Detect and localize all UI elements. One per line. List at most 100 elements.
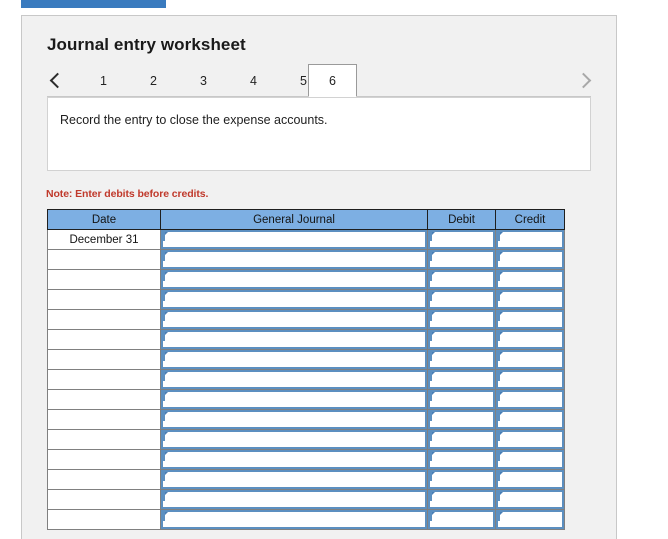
general-journal-cell[interactable] — [160, 269, 428, 290]
debit-cell[interactable] — [427, 289, 496, 310]
general-journal-input[interactable] — [161, 310, 427, 329]
credit-cell[interactable] — [495, 289, 565, 310]
credit-cell[interactable] — [495, 469, 565, 490]
credit-input[interactable] — [496, 310, 564, 329]
credit-input[interactable] — [496, 250, 564, 269]
debit-cell[interactable] — [427, 389, 496, 410]
debit-cell[interactable] — [427, 249, 496, 270]
credit-input[interactable] — [496, 370, 564, 389]
general-journal-input[interactable] — [161, 370, 427, 389]
credit-cell[interactable] — [495, 249, 565, 270]
date-cell[interactable] — [47, 469, 161, 490]
date-cell[interactable] — [47, 429, 161, 450]
debit-cell[interactable] — [427, 329, 496, 350]
debit-input[interactable] — [428, 310, 495, 329]
general-journal-cell[interactable] — [160, 389, 428, 410]
general-journal-input[interactable] — [161, 330, 427, 349]
debit-cell[interactable] — [427, 409, 496, 430]
debit-cell[interactable] — [427, 449, 496, 470]
debit-cell[interactable] — [427, 509, 496, 530]
credit-input[interactable] — [496, 390, 564, 409]
debit-input[interactable] — [428, 450, 495, 469]
general-journal-input[interactable] — [161, 490, 427, 509]
credit-input[interactable] — [496, 510, 564, 529]
debit-cell[interactable] — [427, 349, 496, 370]
general-journal-cell[interactable] — [160, 489, 428, 510]
debit-input[interactable] — [428, 270, 495, 289]
date-cell[interactable] — [47, 449, 161, 470]
general-journal-input[interactable] — [161, 510, 427, 529]
credit-cell[interactable] — [495, 409, 565, 430]
debit-cell[interactable] — [427, 469, 496, 490]
general-journal-cell[interactable] — [160, 409, 428, 430]
tab-3[interactable]: 3 — [179, 64, 228, 97]
general-journal-cell[interactable] — [160, 429, 428, 450]
credit-cell[interactable] — [495, 269, 565, 290]
date-cell[interactable] — [47, 369, 161, 390]
debit-input[interactable] — [428, 350, 495, 369]
general-journal-input[interactable] — [161, 450, 427, 469]
date-cell[interactable] — [47, 249, 161, 270]
date-cell[interactable] — [47, 409, 161, 430]
credit-cell[interactable] — [495, 309, 565, 330]
debit-cell[interactable] — [427, 369, 496, 390]
date-cell[interactable] — [47, 389, 161, 410]
credit-input[interactable] — [496, 450, 564, 469]
debit-input[interactable] — [428, 250, 495, 269]
debit-input[interactable] — [428, 410, 495, 429]
general-journal-input[interactable] — [161, 290, 427, 309]
credit-cell[interactable] — [495, 429, 565, 450]
debit-cell[interactable] — [427, 229, 496, 250]
date-cell[interactable] — [47, 489, 161, 510]
credit-cell[interactable] — [495, 329, 565, 350]
debit-cell[interactable] — [427, 269, 496, 290]
credit-cell[interactable] — [495, 369, 565, 390]
date-cell[interactable] — [47, 329, 161, 350]
credit-cell[interactable] — [495, 229, 565, 250]
debit-input[interactable] — [428, 290, 495, 309]
credit-input[interactable] — [496, 330, 564, 349]
credit-cell[interactable] — [495, 489, 565, 510]
credit-input[interactable] — [496, 470, 564, 489]
general-journal-cell[interactable] — [160, 369, 428, 390]
credit-input[interactable] — [496, 490, 564, 509]
debit-cell[interactable] — [427, 489, 496, 510]
general-journal-input[interactable] — [161, 350, 427, 369]
general-journal-cell[interactable] — [160, 289, 428, 310]
general-journal-cell[interactable] — [160, 509, 428, 530]
debit-input[interactable] — [428, 510, 495, 529]
general-journal-cell[interactable] — [160, 329, 428, 350]
debit-cell[interactable] — [427, 309, 496, 330]
general-journal-input[interactable] — [161, 470, 427, 489]
previous-tab-button[interactable] — [44, 66, 70, 94]
tab-6[interactable]: 6 — [308, 64, 357, 97]
date-cell[interactable] — [47, 269, 161, 290]
credit-cell[interactable] — [495, 389, 565, 410]
credit-input[interactable] — [496, 430, 564, 449]
tab-2[interactable]: 2 — [129, 64, 178, 97]
general-journal-input[interactable] — [161, 390, 427, 409]
debit-input[interactable] — [428, 490, 495, 509]
general-journal-cell[interactable] — [160, 309, 428, 330]
tab-1[interactable]: 1 — [79, 64, 128, 97]
general-journal-input[interactable] — [161, 230, 427, 249]
credit-cell[interactable] — [495, 449, 565, 470]
general-journal-input[interactable] — [161, 270, 427, 289]
credit-cell[interactable] — [495, 509, 565, 530]
general-journal-cell[interactable] — [160, 249, 428, 270]
next-tab-button[interactable] — [570, 66, 596, 94]
general-journal-input[interactable] — [161, 250, 427, 269]
debit-input[interactable] — [428, 390, 495, 409]
general-journal-input[interactable] — [161, 410, 427, 429]
credit-cell[interactable] — [495, 349, 565, 370]
date-cell[interactable] — [47, 289, 161, 310]
credit-input[interactable] — [496, 350, 564, 369]
general-journal-input[interactable] — [161, 430, 427, 449]
general-journal-cell[interactable] — [160, 469, 428, 490]
date-cell[interactable] — [47, 309, 161, 330]
debit-input[interactable] — [428, 330, 495, 349]
credit-input[interactable] — [496, 230, 564, 249]
date-cell[interactable] — [47, 509, 161, 530]
general-journal-cell[interactable] — [160, 349, 428, 370]
general-journal-cell[interactable] — [160, 229, 428, 250]
